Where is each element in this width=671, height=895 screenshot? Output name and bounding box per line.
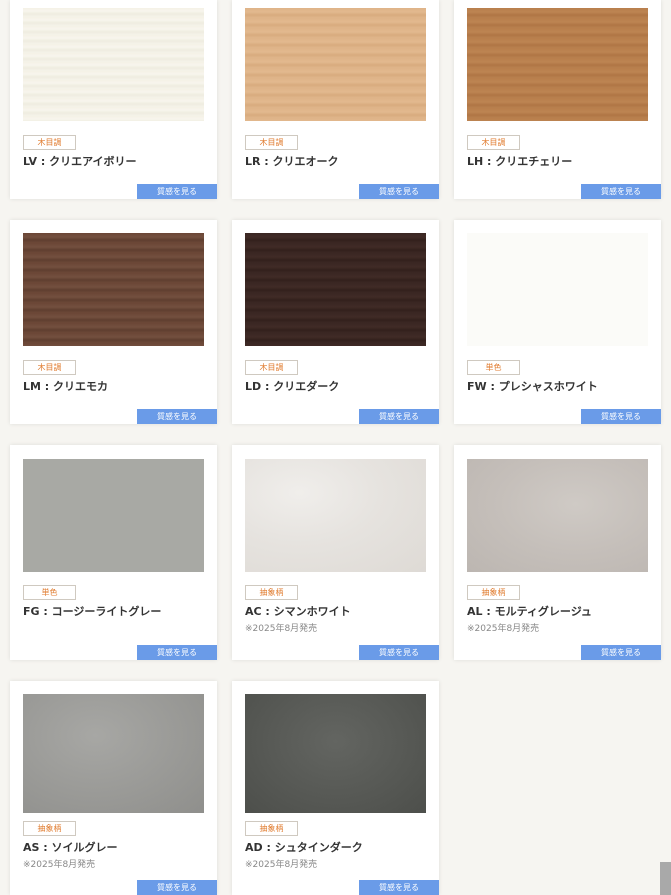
view-texture-button[interactable]: 質感を見る (581, 645, 661, 660)
color-card-ad: 抽象柄 AD : シュタインダーク ※2025年8月発売 質感を見る (232, 681, 439, 895)
color-name: FW : プレシャスホワイト (467, 380, 598, 393)
color-name: AD : シュタインダーク (245, 841, 363, 854)
category-tag: 抽象柄 (467, 585, 520, 600)
release-note: ※2025年8月発売 (23, 860, 96, 870)
color-name: LH : クリエチェリー (467, 155, 573, 168)
color-name: LR : クリエオーク (245, 155, 339, 168)
category-tag: 木目調 (245, 135, 298, 150)
swatch-image (245, 694, 426, 813)
color-name: FG : コージーライトグレー (23, 605, 162, 618)
category-tag: 木目調 (245, 360, 298, 375)
view-texture-button[interactable]: 質感を見る (137, 409, 217, 424)
color-card-lv: 木目調 LV : クリエアイボリー 質感を見る (10, 0, 217, 199)
color-name: AL : モルティグレージュ (467, 605, 592, 618)
color-card-ld: 木目調 LD : クリエダーク 質感を見る (232, 220, 439, 424)
color-name: LM : クリエモカ (23, 380, 109, 393)
swatch-image (467, 459, 648, 572)
swatch-image (467, 233, 648, 346)
category-tag: 抽象柄 (245, 585, 298, 600)
category-tag: 木目調 (23, 135, 76, 150)
color-name: AC : シマンホワイト (245, 605, 351, 618)
color-card-lm: 木目調 LM : クリエモカ 質感を見る (10, 220, 217, 424)
color-name: AS : ソイルグレー (23, 841, 118, 854)
view-texture-button[interactable]: 質感を見る (359, 184, 439, 199)
view-texture-button[interactable]: 質感を見る (359, 645, 439, 660)
color-card-fg: 単色 FG : コージーライトグレー 質感を見る (10, 445, 217, 660)
category-tag: 単色 (23, 585, 76, 600)
category-tag: 抽象柄 (23, 821, 76, 836)
swatch-image (23, 694, 204, 813)
release-note: ※2025年8月発売 (245, 624, 318, 634)
swatch-image (23, 459, 204, 572)
category-tag: 木目調 (467, 135, 520, 150)
color-card-fw: 単色 FW : プレシャスホワイト 質感を見る (454, 220, 661, 424)
view-texture-button[interactable]: 質感を見る (581, 409, 661, 424)
color-card-ac: 抽象柄 AC : シマンホワイト ※2025年8月発売 質感を見る (232, 445, 439, 660)
category-tag: 抽象柄 (245, 821, 298, 836)
color-card-lh: 木目調 LH : クリエチェリー 質感を見る (454, 0, 661, 199)
category-tag: 単色 (467, 360, 520, 375)
swatch-image (245, 8, 426, 121)
swatch-image (245, 459, 426, 572)
view-texture-button[interactable]: 質感を見る (359, 409, 439, 424)
view-texture-button[interactable]: 質感を見る (137, 184, 217, 199)
release-note: ※2025年8月発売 (467, 624, 540, 634)
release-note: ※2025年8月発売 (245, 860, 318, 870)
swatch-image (23, 8, 204, 121)
color-card-al: 抽象柄 AL : モルティグレージュ ※2025年8月発売 質感を見る (454, 445, 661, 660)
color-name: LV : クリエアイボリー (23, 155, 137, 168)
swatch-image (467, 8, 648, 121)
swatch-image (23, 233, 204, 346)
category-tag: 木目調 (23, 360, 76, 375)
view-texture-button[interactable]: 質感を見る (359, 880, 439, 895)
color-card-as: 抽象柄 AS : ソイルグレー ※2025年8月発売 質感を見る (10, 681, 217, 895)
view-texture-button[interactable]: 質感を見る (581, 184, 661, 199)
view-texture-button[interactable]: 質感を見る (137, 880, 217, 895)
scrollbar-thumb[interactable] (660, 862, 671, 895)
color-card-lr: 木目調 LR : クリエオーク 質感を見る (232, 0, 439, 199)
swatch-image (245, 233, 426, 346)
view-texture-button[interactable]: 質感を見る (137, 645, 217, 660)
color-name: LD : クリエダーク (245, 380, 340, 393)
